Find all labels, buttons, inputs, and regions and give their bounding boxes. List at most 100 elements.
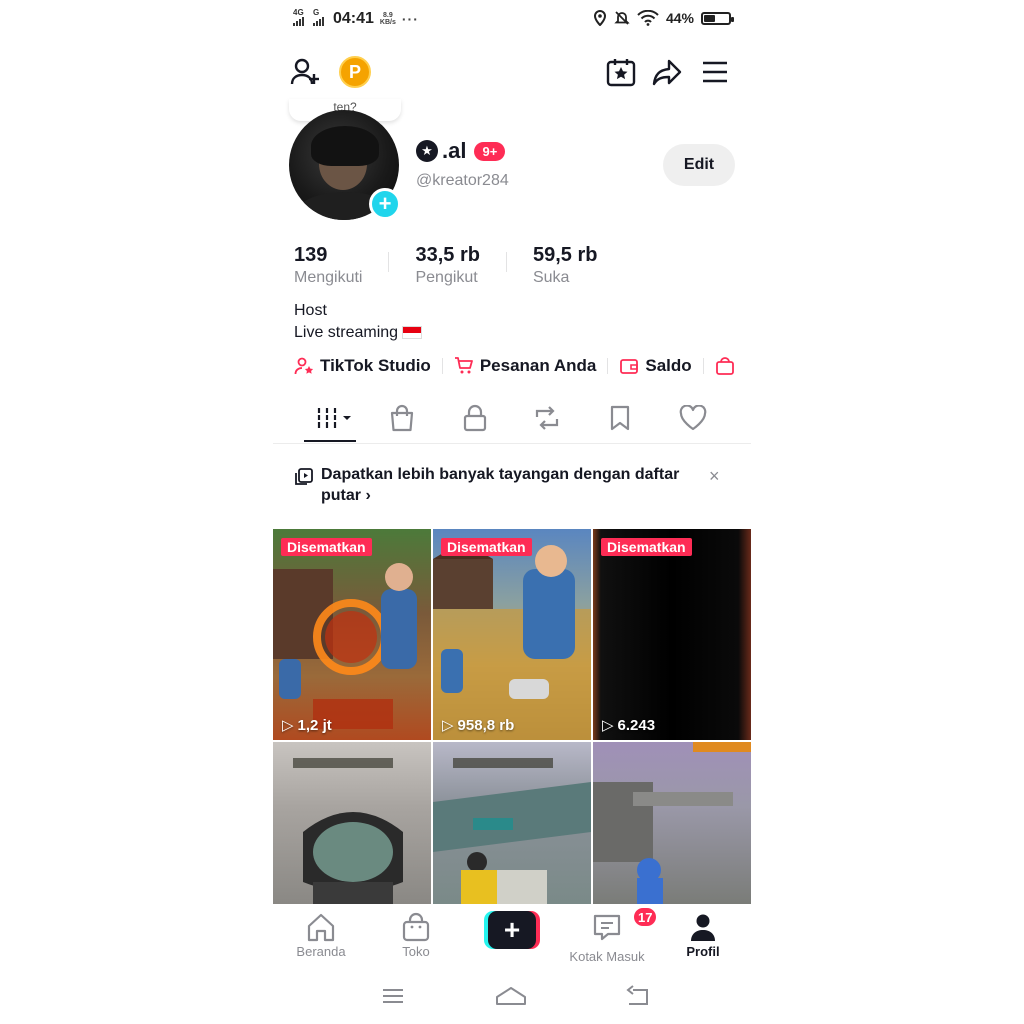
view-count-value: 6.243 xyxy=(617,716,656,734)
inbox-icon-wrap: 17 xyxy=(592,906,659,947)
thumbnail-art xyxy=(273,563,417,729)
playlist-icon xyxy=(295,468,313,485)
wallet-icon xyxy=(620,359,639,374)
inbox-message-icon xyxy=(593,914,621,941)
add-user-icon xyxy=(290,58,319,85)
profile-icon xyxy=(691,914,715,941)
recent-apps-icon[interactable] xyxy=(381,984,405,1008)
shopping-bag-icon xyxy=(390,404,414,432)
more-quick-link[interactable] xyxy=(715,356,735,376)
view-count: ▷ 1,2 jt xyxy=(282,716,332,735)
profile-name: .al xyxy=(442,138,467,163)
video-thumbnail[interactable]: Disematkan ▷ 1,2 jt xyxy=(273,529,431,740)
share-icon xyxy=(652,59,682,86)
play-icon: ▷ xyxy=(282,717,294,734)
quick-link-label: TikTok Studio xyxy=(320,356,431,375)
network-speed: 8.9 KB/s xyxy=(380,12,396,26)
video-thumbnail[interactable] xyxy=(593,742,751,904)
stat-followers[interactable]: 33,5 rb Pengikut xyxy=(415,244,479,287)
edit-profile-button[interactable]: Edit xyxy=(663,144,735,186)
battery-fill xyxy=(704,14,716,22)
avatar-hair xyxy=(311,126,379,166)
play-icon: ▷ xyxy=(442,717,454,734)
profile-stats: 139 Mengikuti 33,5 rb Pengikut 59,5 rb S… xyxy=(294,244,597,287)
nav-label: Kotak Masuk xyxy=(569,949,645,964)
video-thumbnail[interactable]: Disematkan ▷ 958,8 rb xyxy=(433,529,591,740)
chevron-right-icon: › xyxy=(365,487,371,504)
battery-icon xyxy=(701,11,734,25)
close-banner-button[interactable]: × xyxy=(709,466,720,487)
profile-name-row: ★ .al 9+ xyxy=(416,138,506,164)
system-home-icon[interactable] xyxy=(495,984,527,1008)
view-count-value: 958,8 rb xyxy=(457,716,515,734)
calendar-button[interactable] xyxy=(603,54,639,90)
tab-private[interactable] xyxy=(455,402,495,434)
stat-value: 139 xyxy=(294,244,328,266)
quick-links: TikTok Studio Pesanan Anda Saldo xyxy=(294,353,751,379)
star-badge-icon: ★ xyxy=(416,140,438,162)
quick-link-divider xyxy=(441,358,443,374)
pinned-badge: Disematkan xyxy=(601,538,692,556)
stat-divider xyxy=(388,252,390,272)
grid-videos-icon xyxy=(316,408,351,428)
nav-shop[interactable]: Toko xyxy=(376,912,456,959)
mute-bell-icon xyxy=(614,11,630,25)
tab-reposts[interactable] xyxy=(527,402,567,434)
content-tabs xyxy=(273,392,751,444)
stat-divider xyxy=(505,252,507,272)
more-notifications-icon: ··· xyxy=(401,10,419,27)
nav-inbox[interactable]: 17 Kotak Masuk xyxy=(567,906,659,964)
back-icon[interactable] xyxy=(625,984,651,1008)
video-thumbnail[interactable]: Disematkan ▷ 6.243 xyxy=(593,529,751,740)
pinned-badge: Disematkan xyxy=(441,538,532,556)
stat-likes[interactable]: 59,5 rb Suka xyxy=(533,244,597,287)
hamburger-menu-icon xyxy=(703,61,727,83)
coin-label: P xyxy=(348,61,361,82)
location-icon xyxy=(593,10,606,26)
nav-home[interactable]: Beranda xyxy=(281,912,361,959)
stat-label: Suka xyxy=(532,269,570,286)
notification-badge[interactable]: 9+ xyxy=(474,141,506,161)
lock-icon xyxy=(463,404,487,432)
bottom-navigation: Beranda Toko + 17 Kotak Masuk Profil xyxy=(273,904,751,966)
stat-following[interactable]: 139 Mengikuti xyxy=(294,244,362,287)
tab-videos[interactable] xyxy=(313,402,357,434)
network-label-2: G xyxy=(313,8,320,17)
orders-link[interactable]: Pesanan Anda xyxy=(454,356,597,376)
bio-line-2-wrap: Live streaming xyxy=(294,322,423,344)
share-button[interactable] xyxy=(649,54,685,90)
add-story-button[interactable]: + xyxy=(369,188,401,220)
bookmark-icon xyxy=(610,405,630,431)
stat-label: Mengikuti xyxy=(294,269,363,286)
status-bar: 4G G 04:41 8.9 KB/s ··· 44% xyxy=(273,0,751,38)
signal-icon xyxy=(313,17,324,26)
thumbnail-art xyxy=(593,742,751,904)
playlist-banner-text: Dapatkan lebih banyak tayangan dengan da… xyxy=(321,464,691,506)
active-tab-indicator xyxy=(304,440,356,442)
video-thumbnail[interactable] xyxy=(273,742,431,904)
video-thumbnail[interactable] xyxy=(433,742,591,904)
coin-button[interactable]: P xyxy=(339,56,371,88)
create-button[interactable]: + xyxy=(484,911,540,949)
cart-icon xyxy=(454,357,473,374)
quick-link-label: Pesanan Anda xyxy=(479,356,597,375)
view-count: ▷ 6.243 xyxy=(602,716,656,735)
battery-percent: 44% xyxy=(665,10,694,26)
tab-liked[interactable] xyxy=(673,402,713,434)
tab-shop[interactable] xyxy=(382,402,422,434)
thumbnail-art xyxy=(433,541,591,740)
thumbnail-art xyxy=(433,758,591,904)
balance-link[interactable]: Saldo xyxy=(619,356,692,376)
bio-line-2: Live streaming xyxy=(294,324,399,341)
tab-favorites[interactable] xyxy=(600,402,640,434)
network-speed-unit: KB/s xyxy=(379,18,396,26)
tiktok-studio-link[interactable]: TikTok Studio xyxy=(294,356,431,376)
view-count: ▷ 958,8 rb xyxy=(442,716,515,735)
profile-handle: @kreator284 xyxy=(416,172,509,189)
menu-button[interactable] xyxy=(697,54,733,90)
quick-link-divider xyxy=(607,358,609,374)
stat-value: 33,5 rb xyxy=(415,244,480,266)
add-friend-button[interactable] xyxy=(287,54,323,90)
indonesia-flag-icon xyxy=(402,326,423,340)
nav-profile[interactable]: Profil xyxy=(663,912,743,959)
